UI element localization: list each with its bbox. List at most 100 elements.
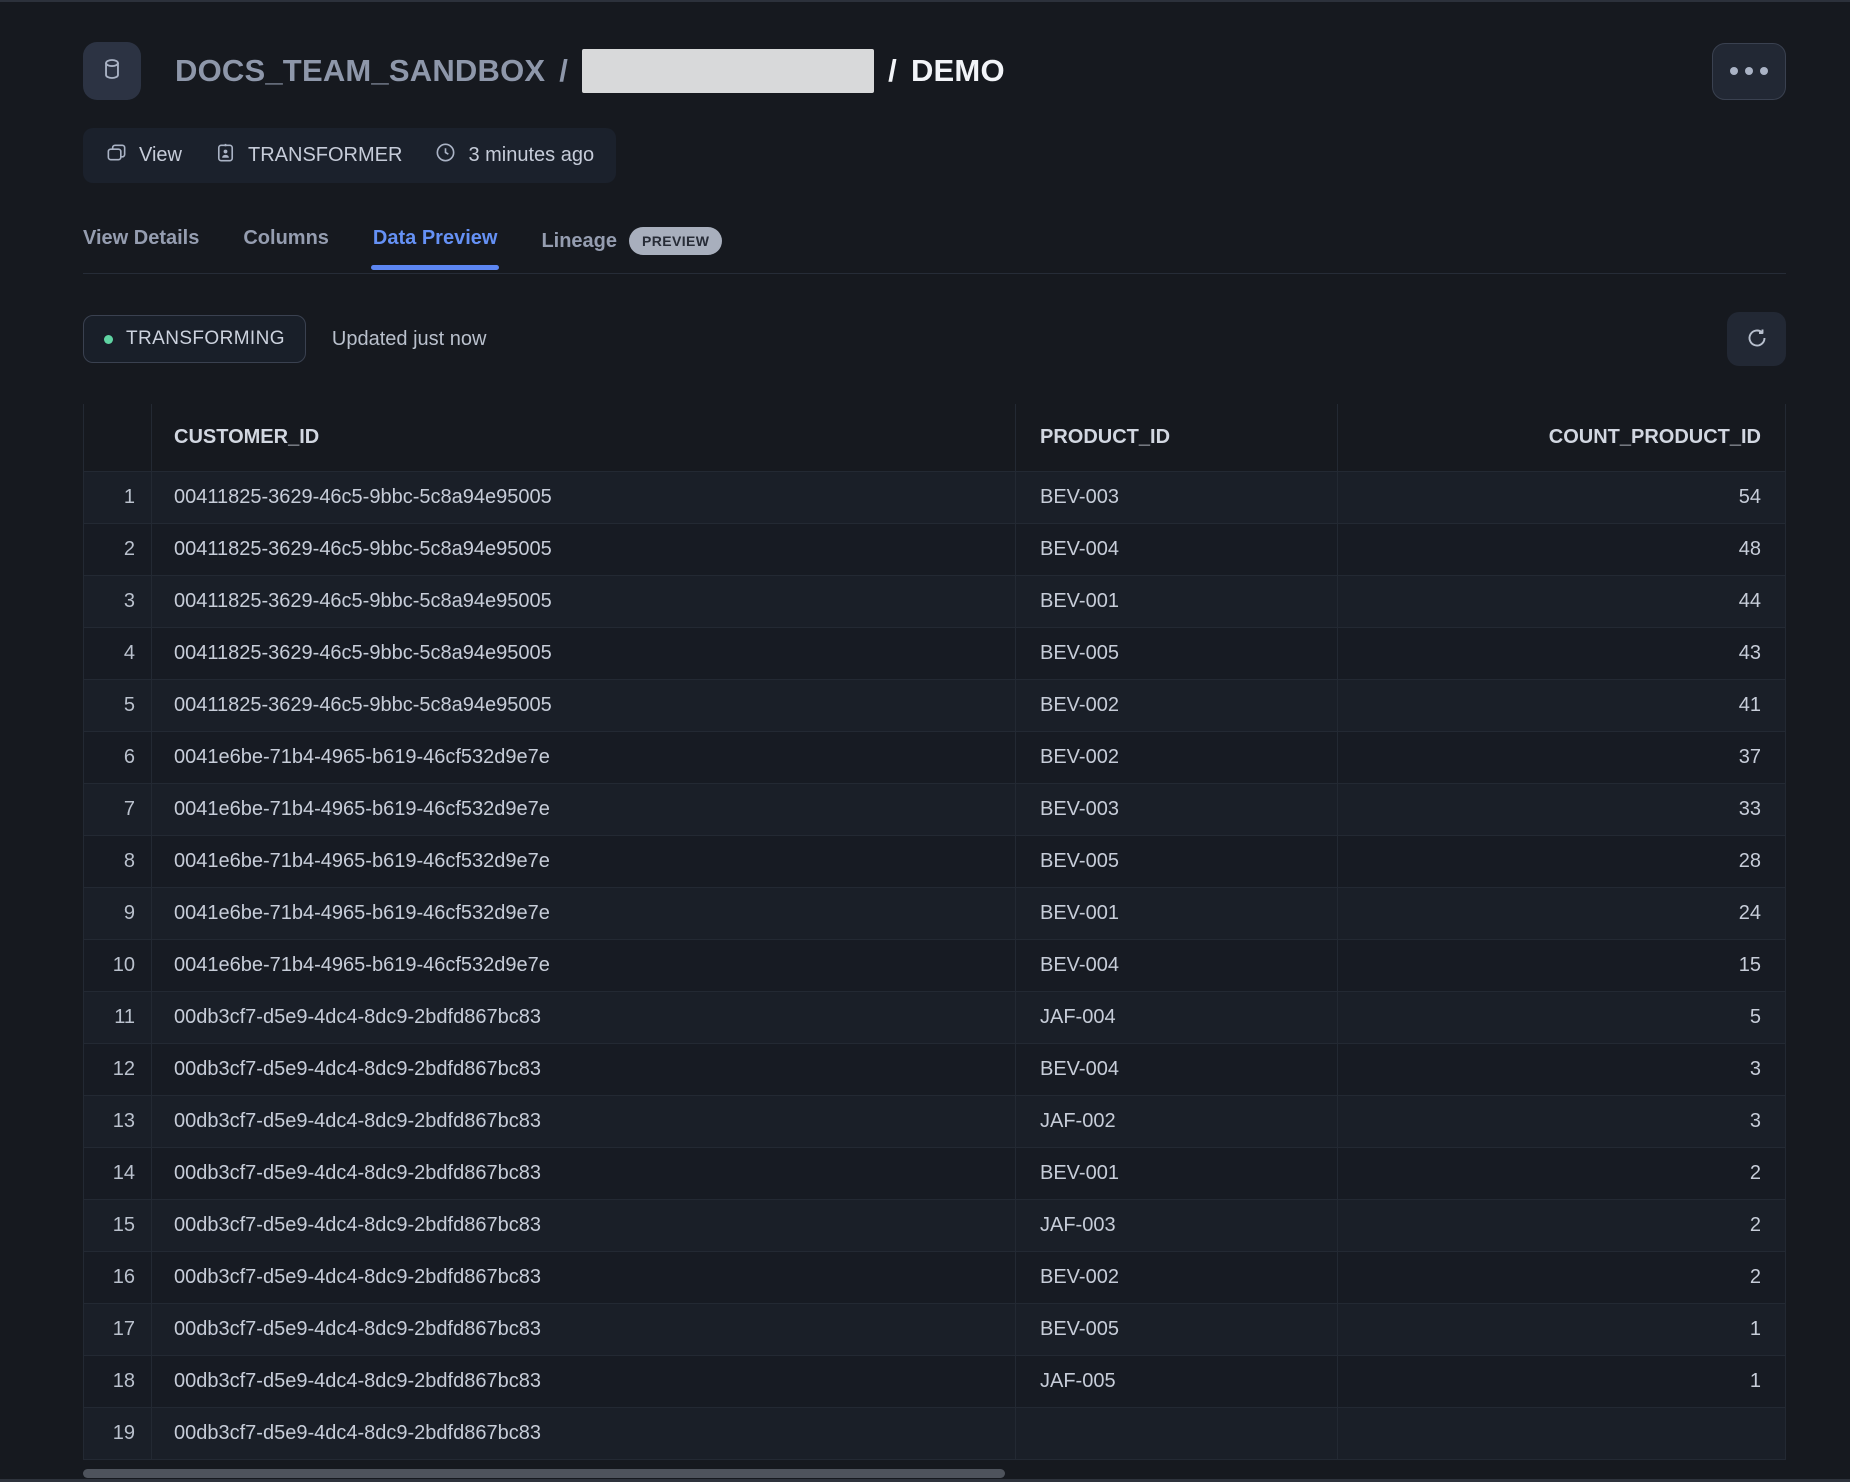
cell-customer-id: 00411825-3629-46c5-9bbc-5c8a94e95005 [152,628,1016,679]
table-row: 13 00db3cf7-d5e9-4dc4-8dc9-2bdfd867bc83 … [84,1096,1785,1148]
cell-customer-id: 00db3cf7-d5e9-4dc4-8dc9-2bdfd867bc83 [152,1096,1016,1147]
horizontal-scrollbar-thumb[interactable] [83,1469,1005,1478]
cell-customer-id: 00411825-3629-46c5-9bbc-5c8a94e95005 [152,680,1016,731]
cell-count-product-id: 1 [1338,1356,1785,1407]
cell-customer-id: 00db3cf7-d5e9-4dc4-8dc9-2bdfd867bc83 [152,1148,1016,1199]
status-row: TRANSFORMING Updated just now [83,312,1786,366]
cell-product-id: BEV-004 [1016,940,1338,991]
header-count-product-id: COUNT_PRODUCT_ID [1338,404,1785,471]
object-type-label: View [139,144,182,167]
table-row: 11 00db3cf7-d5e9-4dc4-8dc9-2bdfd867bc83 … [84,992,1785,1044]
cell-count-product-id: 2 [1338,1252,1785,1303]
row-number: 2 [84,524,152,575]
cell-customer-id: 0041e6be-71b4-4965-b619-46cf532d9e7e [152,732,1016,783]
cell-count-product-id: 2 [1338,1148,1785,1199]
title-separator: / [559,53,568,89]
row-number: 7 [84,784,152,835]
cell-product-id: JAF-004 [1016,992,1338,1043]
object-header: DOCS_TEAM_SANDBOX / / DEMO [83,42,1786,100]
tab-bar: View Details Columns Data Preview Lineag… [83,227,1786,274]
redacted-schema-name [582,49,874,93]
object-type-badge: View [105,141,182,170]
row-number: 15 [84,1200,152,1251]
table-row: 10 0041e6be-71b4-4965-b619-46cf532d9e7e … [84,940,1785,992]
table-row: 12 00db3cf7-d5e9-4dc4-8dc9-2bdfd867bc83 … [84,1044,1785,1096]
row-number: 11 [84,992,152,1043]
row-number: 8 [84,836,152,887]
cell-customer-id: 00411825-3629-46c5-9bbc-5c8a94e95005 [152,576,1016,627]
table-row: 17 00db3cf7-d5e9-4dc4-8dc9-2bdfd867bc83 … [84,1304,1785,1356]
more-actions-button[interactable] [1712,43,1786,100]
cell-customer-id: 0041e6be-71b4-4965-b619-46cf532d9e7e [152,888,1016,939]
cell-product-id: JAF-003 [1016,1200,1338,1251]
title-object-name: DEMO [911,53,1005,89]
cell-product-id: BEV-003 [1016,784,1338,835]
row-number: 12 [84,1044,152,1095]
page-title: DOCS_TEAM_SANDBOX / / DEMO [175,49,1005,93]
cell-product-id: BEV-005 [1016,1304,1338,1355]
cell-product-id: JAF-002 [1016,1096,1338,1147]
row-number: 13 [84,1096,152,1147]
title-separator: / [888,53,897,89]
row-number: 6 [84,732,152,783]
cell-product-id: BEV-005 [1016,836,1338,887]
cell-count-product-id: 43 [1338,628,1785,679]
cell-product-id: BEV-005 [1016,628,1338,679]
cell-product-id: BEV-003 [1016,472,1338,523]
refresh-icon [1745,326,1769,353]
cell-count-product-id: 5 [1338,992,1785,1043]
cell-customer-id: 0041e6be-71b4-4965-b619-46cf532d9e7e [152,836,1016,887]
cell-product-id: BEV-002 [1016,732,1338,783]
table-row: 9 0041e6be-71b4-4965-b619-46cf532d9e7e B… [84,888,1785,940]
cell-customer-id: 00db3cf7-d5e9-4dc4-8dc9-2bdfd867bc83 [152,1044,1016,1095]
object-age-badge: 3 minutes ago [434,141,594,170]
table-row: 8 0041e6be-71b4-4965-b619-46cf532d9e7e B… [84,836,1785,888]
table-row: 6 0041e6be-71b4-4965-b619-46cf532d9e7e B… [84,732,1785,784]
cell-product-id: BEV-001 [1016,888,1338,939]
status-label: TRANSFORMING [126,328,285,350]
cell-count-product-id: 15 [1338,940,1785,991]
cell-count-product-id: 3 [1338,1044,1785,1095]
cell-customer-id: 00db3cf7-d5e9-4dc4-8dc9-2bdfd867bc83 [152,1408,1016,1459]
table-row: 3 00411825-3629-46c5-9bbc-5c8a94e95005 B… [84,576,1785,628]
cell-customer-id: 0041e6be-71b4-4965-b619-46cf532d9e7e [152,940,1016,991]
database-icon [99,56,125,87]
object-age-label: 3 minutes ago [468,144,594,167]
id-badge-icon [214,141,237,170]
tab-data-preview[interactable]: Data Preview [373,227,498,268]
object-role-label: TRANSFORMER [248,144,402,167]
row-number: 14 [84,1148,152,1199]
tab-columns[interactable]: Columns [243,227,329,268]
preview-badge: PREVIEW [629,227,722,255]
table-header: CUSTOMER_ID PRODUCT_ID COUNT_PRODUCT_ID [84,404,1785,472]
cell-count-product-id: 24 [1338,888,1785,939]
header-customer-id: CUSTOMER_ID [152,404,1016,471]
row-number: 4 [84,628,152,679]
database-icon-chip [83,42,141,100]
cell-product-id: BEV-002 [1016,1252,1338,1303]
tab-lineage[interactable]: Lineage PREVIEW [541,227,722,273]
table-row: 19 00db3cf7-d5e9-4dc4-8dc9-2bdfd867bc83 [84,1408,1785,1460]
cell-product-id: BEV-001 [1016,576,1338,627]
cell-product-id: JAF-005 [1016,1356,1338,1407]
row-number: 1 [84,472,152,523]
refresh-button[interactable] [1727,312,1786,366]
object-meta-bar: View TRANSFORMER 3 minutes ago [83,128,616,183]
status-dot-icon [104,335,113,344]
table-body: 1 00411825-3629-46c5-9bbc-5c8a94e95005 B… [84,472,1785,1460]
table-row: 4 00411825-3629-46c5-9bbc-5c8a94e95005 B… [84,628,1785,680]
tab-view-details[interactable]: View Details [83,227,199,268]
row-number: 10 [84,940,152,991]
cell-customer-id: 00411825-3629-46c5-9bbc-5c8a94e95005 [152,472,1016,523]
row-number: 5 [84,680,152,731]
updated-text: Updated just now [332,328,487,351]
table-row: 18 00db3cf7-d5e9-4dc4-8dc9-2bdfd867bc83 … [84,1356,1785,1408]
row-number: 19 [84,1408,152,1459]
ellipsis-icon [1730,67,1738,75]
cell-count-product-id [1338,1408,1785,1459]
cell-count-product-id: 44 [1338,576,1785,627]
table-row: 5 00411825-3629-46c5-9bbc-5c8a94e95005 B… [84,680,1785,732]
table-row: 14 00db3cf7-d5e9-4dc4-8dc9-2bdfd867bc83 … [84,1148,1785,1200]
data-preview-table: CUSTOMER_ID PRODUCT_ID COUNT_PRODUCT_ID … [83,404,1786,1460]
cell-count-product-id: 37 [1338,732,1785,783]
